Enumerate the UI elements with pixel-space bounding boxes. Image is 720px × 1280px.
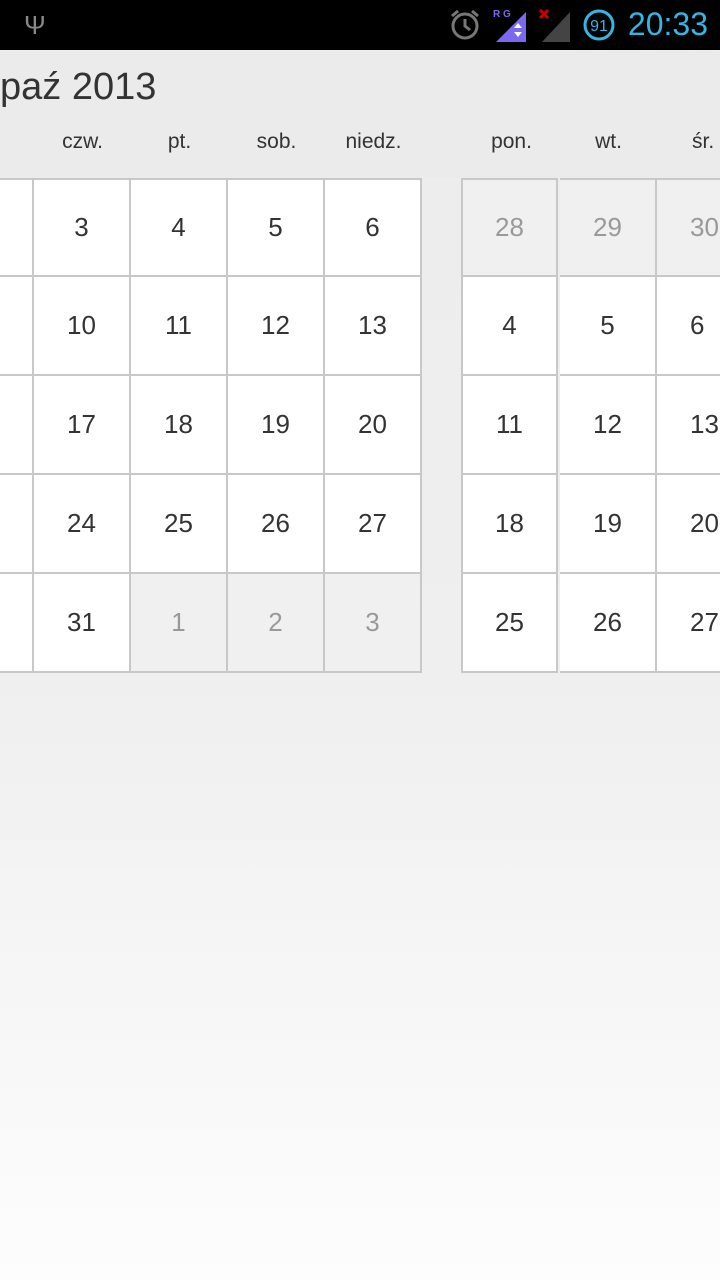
weekday-label: niedz. — [345, 130, 402, 153]
day-cell[interactable]: 31 — [34, 574, 131, 673]
status-bar: Ψ R G 91 20:33 — [0, 0, 720, 50]
day-cell[interactable]: 5 — [560, 277, 657, 376]
day-cell[interactable] — [0, 277, 34, 376]
signal-icon: R G — [493, 9, 526, 42]
weekday-label: pt. — [167, 130, 192, 153]
month-title: paź 2013 — [0, 66, 157, 108]
day-cell[interactable]: 17 — [34, 376, 131, 475]
day-cell[interactable]: 28 — [461, 178, 558, 277]
day-cell[interactable]: 11 — [461, 376, 558, 475]
day-cell[interactable]: 10 — [34, 277, 131, 376]
day-cell[interactable] — [0, 574, 34, 673]
weekday-label: śr. — [692, 130, 715, 153]
day-cell[interactable]: 5 — [228, 178, 325, 277]
day-cell[interactable]: 2 — [228, 574, 325, 673]
day-cell[interactable]: 25 — [131, 475, 228, 574]
day-cell[interactable]: 12 — [560, 376, 657, 475]
day-cell[interactable]: 26 — [228, 475, 325, 574]
weekday-label: czw. — [62, 130, 103, 153]
day-cell[interactable] — [0, 178, 34, 277]
day-cell[interactable]: 13 — [325, 277, 422, 376]
day-cell[interactable]: 20 — [325, 376, 422, 475]
day-cell[interactable]: 6 — [657, 277, 720, 376]
alarm-icon — [451, 9, 479, 40]
day-cell[interactable]: 30 — [657, 178, 720, 277]
day-cell[interactable]: 4 — [461, 277, 558, 376]
day-cell[interactable]: 13 — [657, 376, 720, 475]
clock: 20:33 — [627, 6, 708, 42]
weekday-label: sob. — [256, 130, 297, 153]
day-cell[interactable]: 19 — [228, 376, 325, 475]
svg-text:91: 91 — [590, 18, 608, 35]
day-cell[interactable]: 19 — [560, 475, 657, 574]
usb-icon: Ψ — [24, 10, 46, 40]
day-cell[interactable]: 20 — [657, 475, 720, 574]
day-cell[interactable]: 29 — [560, 178, 657, 277]
day-cell[interactable] — [0, 475, 34, 574]
day-cell[interactable]: 3 — [325, 574, 422, 673]
day-cell[interactable]: 11 — [131, 277, 228, 376]
day-cell[interactable]: 3 — [34, 178, 131, 277]
day-cell[interactable]: 26 — [560, 574, 657, 673]
day-cell[interactable]: 1 — [131, 574, 228, 673]
no-signal-icon — [538, 8, 570, 42]
weekday-label: wt. — [595, 130, 622, 153]
day-cell[interactable]: 12 — [228, 277, 325, 376]
battery-icon: 91 — [583, 9, 615, 41]
day-cell[interactable]: 4 — [131, 178, 228, 277]
day-cell[interactable]: 18 — [461, 475, 558, 574]
day-cell[interactable]: 27 — [657, 574, 720, 673]
day-cell[interactable]: 6 — [325, 178, 422, 277]
day-cell[interactable]: 25 — [461, 574, 558, 673]
day-cell[interactable] — [0, 376, 34, 475]
day-cell[interactable]: 24 — [34, 475, 131, 574]
svg-text:R G: R G — [493, 9, 511, 20]
weekday-label: pon. — [491, 130, 532, 153]
day-cell[interactable]: 27 — [325, 475, 422, 574]
day-cell[interactable]: 18 — [131, 376, 228, 475]
